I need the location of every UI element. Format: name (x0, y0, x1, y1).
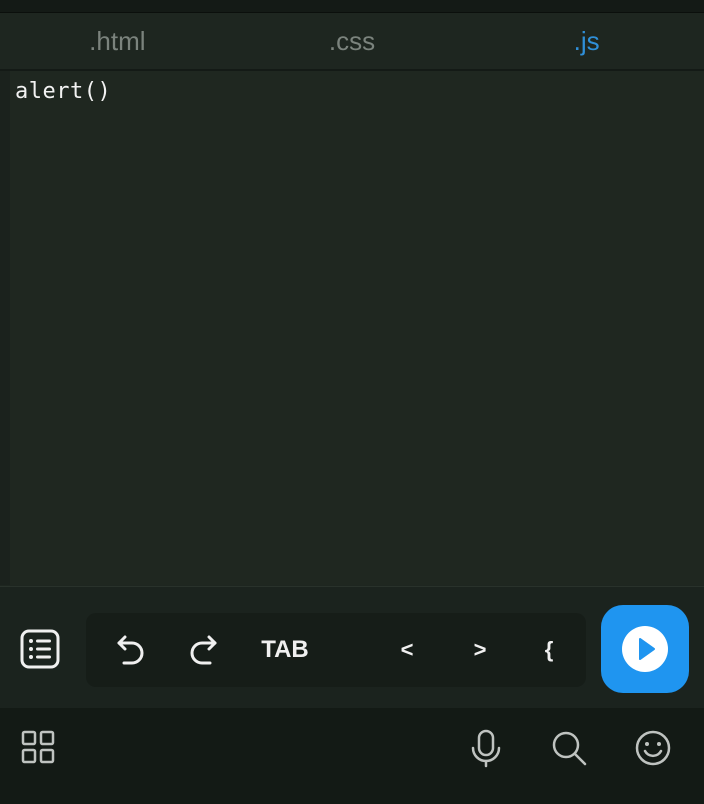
redo-button[interactable] (178, 613, 228, 687)
run-button[interactable] (601, 605, 689, 693)
less-than-key-button[interactable]: < (392, 613, 422, 687)
tab-css[interactable]: .css (235, 13, 470, 69)
tab-js[interactable]: .js (469, 13, 704, 69)
code-editor-app: .html .css .js alert() TAB < > { (0, 0, 704, 804)
microphone-icon[interactable] (466, 728, 506, 768)
redo-icon (190, 635, 217, 665)
keyboard-bottom-bar (0, 708, 704, 804)
line-gutter (0, 71, 10, 585)
greater-than-key-button[interactable]: > (465, 613, 495, 687)
code-line[interactable]: alert() (15, 79, 111, 104)
status-bar (0, 0, 704, 13)
open-brace-key-button[interactable]: { (534, 613, 564, 687)
smile-icon[interactable] (633, 728, 673, 768)
tab-key-button[interactable]: TAB (250, 613, 320, 687)
undo-icon (117, 635, 144, 665)
undo-button[interactable] (106, 613, 156, 687)
grid-icon[interactable] (19, 728, 59, 768)
list-icon[interactable] (20, 629, 60, 669)
search-icon[interactable] (549, 728, 589, 768)
tab-html[interactable]: .html (0, 13, 235, 69)
shortcut-key-strip: TAB < > { (86, 613, 586, 687)
editor-toolbar: TAB < > { (0, 586, 704, 709)
code-editor[interactable]: alert() (0, 71, 704, 585)
play-icon (622, 626, 668, 672)
file-tabs: .html .css .js (0, 13, 704, 71)
